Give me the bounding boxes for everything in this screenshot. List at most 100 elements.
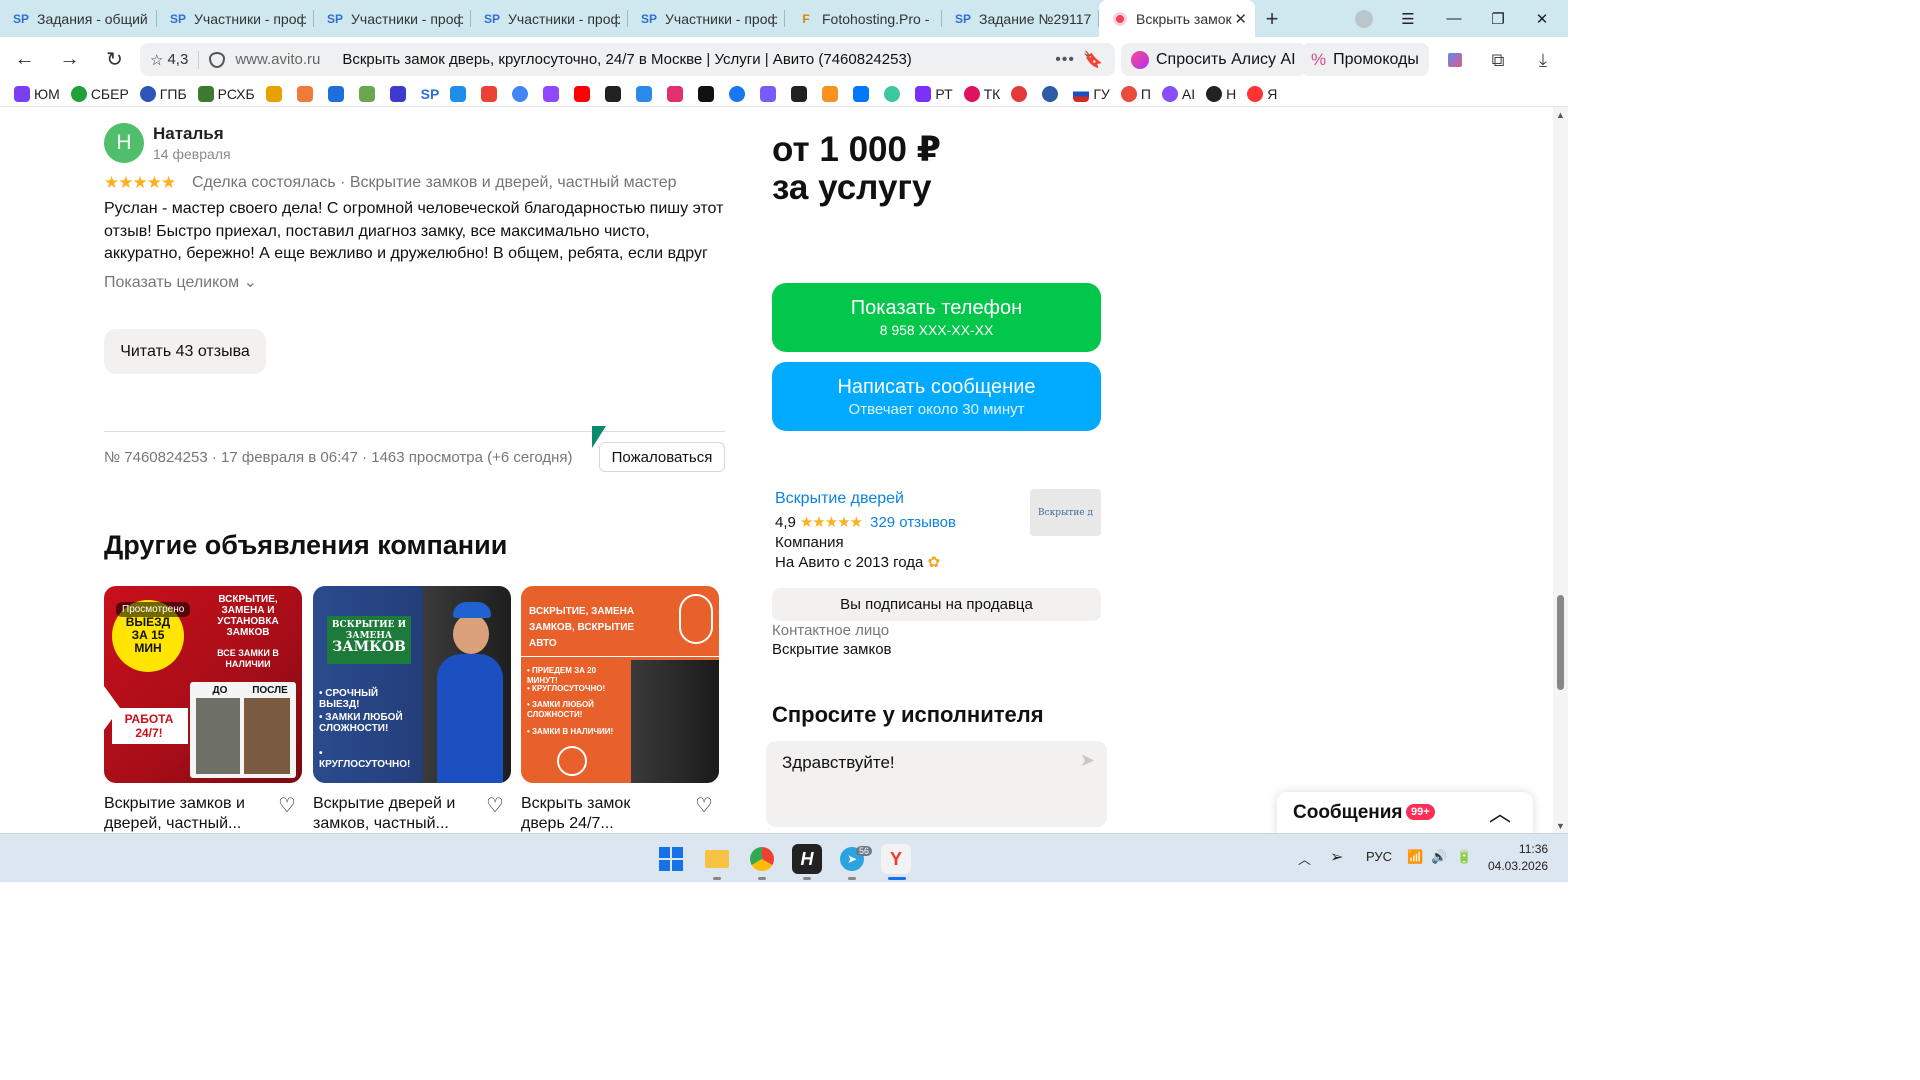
browser-tab-active[interactable]: Вскрыть замок ✕ — [1099, 0, 1255, 37]
clock[interactable]: 11:36 04.03.2026 — [1488, 841, 1548, 875]
bookmark-item[interactable]: AI — [1161, 86, 1195, 102]
chevron-up-icon[interactable]: ︿ — [1489, 796, 1511, 828]
promo-button[interactable]: % Промокоды — [1301, 43, 1429, 76]
messages-panel[interactable]: Сообщения 99+ ︿ — [1277, 792, 1533, 833]
bookmark-item[interactable]: ГУ — [1073, 86, 1110, 102]
browser-tab[interactable]: SP Участники - проф — [314, 0, 471, 37]
chrome-icon[interactable] — [747, 844, 777, 874]
bookmark-item[interactable] — [512, 86, 532, 102]
minimize-icon[interactable]: — — [1432, 0, 1476, 37]
site-rating[interactable]: ☆ 4,3 — [150, 50, 200, 69]
bookmark-item[interactable] — [605, 86, 625, 102]
bookmark-item[interactable] — [667, 86, 687, 102]
file-explorer-icon[interactable] — [702, 844, 732, 874]
complain-button[interactable]: Пожаловаться — [599, 442, 725, 472]
bookmark-item[interactable] — [265, 86, 286, 102]
profile-icon[interactable] — [1342, 0, 1386, 37]
ad-card-title[interactable]: Вскрытие замков и дверей, частный... — [104, 794, 254, 833]
bookmark-item[interactable]: Я — [1247, 86, 1277, 102]
yandex-browser-icon[interactable]: Y — [881, 844, 911, 874]
browser-tab[interactable]: SP Участники - проф — [157, 0, 314, 37]
bookmark-item[interactable] — [327, 86, 348, 102]
write-message-button[interactable]: Написать сообщение Отвечает около 30 мин… — [772, 362, 1101, 431]
bookmark-item[interactable]: SP — [421, 86, 440, 102]
app-h-icon[interactable]: H — [792, 844, 822, 874]
windows-start-icon[interactable] — [656, 844, 686, 874]
downloads-icon[interactable]: ⤓ — [1528, 45, 1558, 75]
seller-name-link[interactable]: Вскрытие дверей — [775, 490, 904, 508]
bookmark-item[interactable] — [636, 86, 656, 102]
scrollbar[interactable]: ▲ ▼ — [1553, 107, 1568, 833]
bookmark-item[interactable] — [791, 86, 811, 102]
bookmark-item[interactable] — [358, 86, 379, 102]
browser-tab[interactable]: SP Задание №29117 — [942, 0, 1099, 37]
shield-icon[interactable] — [209, 51, 226, 68]
bookmark-item[interactable] — [729, 86, 749, 102]
show-phone-button[interactable]: Показать телефон 8 958 XXX-XX-XX — [772, 283, 1101, 352]
bookmark-item[interactable]: РТ — [915, 86, 953, 102]
url-bar[interactable]: ☆ 4,3 www.avito.ru Вскрыть замок дверь, к… — [140, 43, 1115, 76]
alice-button[interactable]: Спросить Алису AI — [1121, 43, 1306, 76]
bookmark-icon[interactable]: 🔖 — [1083, 50, 1103, 70]
bookmark-item[interactable] — [1042, 86, 1062, 102]
bookmark-item[interactable] — [543, 86, 563, 102]
bookmark-item[interactable]: ЮМ — [14, 86, 60, 102]
bookmark-item[interactable] — [822, 86, 842, 102]
bookmark-item[interactable] — [389, 86, 410, 102]
browser-tab[interactable]: SP Участники - проф — [628, 0, 785, 37]
bookmark-item[interactable] — [760, 86, 780, 102]
language-indicator[interactable]: РУС — [1366, 849, 1392, 864]
heart-icon[interactable]: ♡ — [695, 793, 713, 818]
location-icon[interactable]: ➢ — [1330, 847, 1343, 867]
subscribed-button[interactable]: Вы подписаны на продавца — [772, 588, 1101, 621]
restore-icon[interactable]: ❐ — [1476, 0, 1520, 37]
send-icon[interactable]: ➤ — [1080, 750, 1095, 771]
new-tab-button[interactable]: + — [1255, 0, 1289, 37]
bookmark-item[interactable] — [884, 86, 904, 102]
seller-reviews-link[interactable]: 329 отзывов — [870, 514, 956, 531]
bookmark-item[interactable]: РСХБ — [197, 86, 255, 102]
bookmark-item[interactable] — [698, 86, 718, 102]
extensions-icon[interactable]: ⧉ — [1483, 45, 1513, 75]
bookmark-item[interactable] — [481, 86, 501, 102]
ad-card-image[interactable]: ВСКРЫТИЕ, ЗАМЕНА ЗАМКОВ, ВСКРЫТИЕ АВТО •… — [521, 586, 719, 783]
seller-logo[interactable]: Вскрытие д — [1030, 489, 1101, 536]
bookmark-item[interactable]: СБЕР — [70, 86, 129, 102]
chevron-up-icon[interactable]: ︿ — [1298, 849, 1311, 868]
wifi-icon[interactable]: 📶 — [1407, 849, 1423, 865]
bookmark-item[interactable] — [1011, 86, 1031, 102]
close-tab-icon[interactable]: ✕ — [1234, 10, 1247, 28]
bookmark-item[interactable]: П — [1120, 86, 1151, 102]
bookmark-item[interactable]: ТК — [963, 86, 1000, 102]
show-all-link[interactable]: Показать целиком ⌄ — [104, 272, 257, 292]
scrollbar-thumb[interactable] — [1557, 595, 1564, 690]
bookmark-item[interactable] — [574, 86, 594, 102]
bookmark-item[interactable]: ГПБ — [139, 86, 187, 102]
ask-input[interactable]: Здравствуйте! ➤ — [766, 741, 1107, 827]
scroll-down-icon[interactable]: ▼ — [1556, 821, 1565, 831]
volume-icon[interactable]: 🔊 — [1431, 849, 1447, 865]
ad-card-image[interactable]: ВСКРЫТИЕ И ЗАМЕНА ЗАМКОВ • СРОЧНЫЙ ВЫЕЗД… — [313, 586, 511, 783]
close-window-icon[interactable]: ✕ — [1520, 0, 1564, 37]
bookmark-item[interactable]: Н — [1206, 86, 1236, 102]
read-reviews-button[interactable]: Читать 43 отзыва — [104, 329, 266, 374]
scroll-up-icon[interactable]: ▲ — [1556, 110, 1565, 120]
more-icon[interactable]: ••• — [1055, 51, 1075, 69]
bookmark-item[interactable] — [296, 86, 317, 102]
browser-tab[interactable]: SP Участники - проф — [471, 0, 628, 37]
back-icon[interactable]: ← — [2, 37, 47, 82]
heart-icon[interactable]: ♡ — [486, 793, 504, 818]
battery-icon[interactable]: 🔋 — [1456, 849, 1472, 865]
reload-icon[interactable]: ↻ — [92, 37, 137, 82]
ad-card-title[interactable]: Вскрытие дверей и замков, частный... — [313, 794, 463, 833]
avatar[interactable]: Н — [104, 123, 144, 163]
menu-icon[interactable]: ☰ — [1386, 0, 1430, 37]
ad-card-title[interactable]: Вскрыть замок дверь 24/7... — [521, 794, 671, 833]
browser-tab[interactable]: F Fotohosting.Pro - ф — [785, 0, 942, 37]
ad-card-image[interactable]: Просмотрено ВЫЕЗД ЗА 15 МИН ВСКРЫТИЕ, ЗА… — [104, 586, 302, 783]
gallery-icon[interactable] — [1440, 45, 1470, 75]
browser-tab[interactable]: SP Задания - общий с — [0, 0, 157, 37]
bookmark-item[interactable] — [450, 86, 470, 102]
heart-icon[interactable]: ♡ — [278, 793, 296, 818]
bookmark-item[interactable] — [853, 86, 873, 102]
